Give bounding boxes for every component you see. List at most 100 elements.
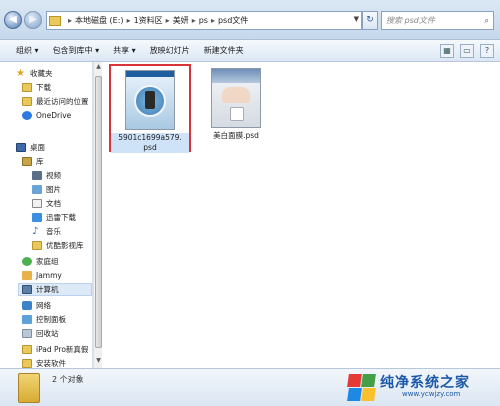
breadcrumb-separator: ▸ (165, 16, 170, 25)
preview-pane-icon[interactable]: ▭ (460, 44, 474, 58)
nav-item-onedrive[interactable]: OneDrive (22, 109, 71, 122)
psd-thumbnail (125, 70, 175, 130)
breadcrumb-drive[interactable]: 本地磁盘 (E:) (75, 15, 124, 26)
watermark-title: 纯净系统之家 (380, 375, 470, 391)
search-input[interactable]: 搜索 psd文件 ⌕ (381, 11, 494, 30)
title-bar: ◀ ▶ ▸ 本地磁盘 (E:) ▸ 1资料区 ▸ 美妍 ▸ ps ▸ psd文件… (0, 0, 500, 40)
breadcrumb-separator: ▸ (126, 16, 131, 25)
watermark: 纯净系统之家 www.ycwjzy.com (346, 370, 496, 404)
desktop-icon (16, 143, 26, 152)
picture-icon (32, 185, 42, 194)
nav-item-network[interactable]: 网络 (22, 299, 51, 312)
nav-item-favorites[interactable]: ★ 收藏夹 (16, 67, 53, 80)
refresh-icon: ↻ (366, 15, 374, 25)
new-folder-button[interactable]: 新建文件夹 (204, 45, 244, 56)
share-button[interactable]: 共享 ▾ (113, 45, 136, 56)
nav-item-control-panel[interactable]: 控制面板 (22, 313, 66, 326)
nav-item-desktop[interactable]: 桌面 (16, 141, 45, 154)
file-list-area[interactable]: 5901c1699a579. psd 美白面膜.psd (103, 62, 500, 368)
computer-icon (22, 285, 32, 294)
back-button[interactable]: ◀ (4, 11, 22, 29)
breadcrumb-separator: ▸ (210, 16, 215, 25)
breadcrumb-folder[interactable]: 1资料区 (134, 15, 163, 26)
control-panel-icon (22, 315, 32, 324)
nav-item-music[interactable]: ♪ 音乐 (32, 225, 61, 238)
nav-label: 图片 (46, 185, 61, 194)
include-in-library-button[interactable]: 包含到库中 ▾ (53, 45, 100, 56)
breadcrumb-separator: ▸ (191, 16, 196, 25)
nav-label: iPad Pro新真假 (36, 345, 89, 354)
document-icon (32, 199, 42, 208)
youku-library-icon (32, 241, 42, 250)
library-icon (22, 157, 32, 166)
windows-logo-icon (346, 372, 376, 402)
recycle-bin-icon (22, 329, 32, 338)
nav-label: 家庭组 (36, 257, 59, 266)
view-options-icon[interactable]: ▦ (440, 44, 454, 58)
video-icon (32, 171, 42, 180)
download-folder-icon (22, 83, 32, 92)
file-item[interactable]: 5901c1699a579. psd (109, 64, 191, 153)
nav-label: 计算机 (36, 285, 59, 294)
folder-icon (22, 359, 32, 368)
nav-item-installed[interactable]: 安装软件 (22, 357, 66, 368)
breadcrumb-separator: ▸ (68, 16, 73, 25)
breadcrumb-folder[interactable]: 美妍 (173, 15, 189, 26)
command-toolbar: 组织 ▾ 包含到库中 ▾ 共享 ▾ 放映幻灯片 新建文件夹 ▦ ▭ ? (0, 40, 500, 62)
nav-item-library[interactable]: 库 (22, 155, 44, 168)
nav-item-ipad[interactable]: iPad Pro新真假 (22, 343, 88, 356)
forward-button[interactable]: ▶ (24, 11, 42, 29)
homegroup-icon (22, 257, 32, 266)
nav-item-recent[interactable]: 最近访问的位置 (22, 95, 89, 108)
folder-icon (22, 345, 32, 354)
network-icon (22, 301, 32, 310)
refresh-button[interactable]: ↻ (362, 11, 378, 30)
nav-item-homegroup[interactable]: 家庭组 (22, 255, 59, 268)
nav-item-youku[interactable]: 优酷影视库 (32, 239, 84, 252)
thunder-download-icon (32, 213, 42, 222)
nav-label: 下载 (36, 83, 51, 92)
recent-places-icon (22, 97, 32, 106)
nav-item-computer[interactable]: 计算机 (18, 283, 92, 296)
nav-item-videos[interactable]: 视频 (32, 169, 61, 182)
search-icon[interactable]: ⌕ (485, 12, 489, 29)
nav-item-xunlei[interactable]: 迅雷下载 (32, 211, 76, 224)
file-name: 美白面膜.psd (213, 131, 259, 140)
nav-item-documents[interactable]: 文档 (32, 197, 61, 210)
forward-arrow-icon: ▶ (29, 14, 37, 25)
scroll-up-icon[interactable]: ▲ (94, 63, 103, 73)
navigation-pane: ★ 收藏夹 下载 最近访问的位置 OneDrive 桌面 库 视频 图片 文档 迅… (0, 62, 93, 368)
folder-icon (49, 15, 61, 26)
address-dropdown-icon[interactable]: ▼ (354, 15, 359, 23)
scroll-down-icon[interactable]: ▼ (94, 357, 103, 367)
search-placeholder: 搜索 psd文件 (386, 16, 435, 25)
psd-thumbnail (211, 68, 261, 128)
nav-label: Jammy (36, 271, 62, 280)
breadcrumb-folder[interactable]: ps (199, 16, 208, 25)
nav-label: 库 (36, 157, 44, 166)
nav-item-pictures[interactable]: 图片 (32, 183, 61, 196)
nav-label: 桌面 (30, 143, 45, 152)
breadcrumb-current[interactable]: psd文件 (218, 15, 248, 26)
folder-icon (18, 373, 40, 403)
nav-item-downloads[interactable]: 下载 (22, 81, 51, 94)
slideshow-button[interactable]: 放映幻灯片 (150, 45, 190, 56)
address-bar[interactable]: ▸ 本地磁盘 (E:) ▸ 1资料区 ▸ 美妍 ▸ ps ▸ psd文件 ▼ (46, 11, 362, 30)
file-item[interactable]: 美白面膜.psd (195, 64, 277, 152)
toolbar-right-icons: ▦ ▭ ? (440, 44, 494, 58)
watermark-url: www.ycwjzy.com (402, 390, 461, 398)
nav-item-user[interactable]: Jammy (22, 269, 62, 282)
organize-button[interactable]: 组织 ▾ (16, 45, 39, 56)
onedrive-cloud-icon (22, 111, 32, 120)
nav-scrollbar[interactable]: ▲ ▼ (93, 62, 102, 368)
music-note-icon: ♪ (32, 226, 39, 237)
nav-label: 控制面板 (36, 315, 66, 324)
scroll-thumb[interactable] (95, 76, 102, 348)
nav-label: 安装软件 (36, 359, 66, 368)
nav-label: 文档 (46, 199, 61, 208)
help-icon[interactable]: ? (480, 44, 494, 58)
nav-label: 视频 (46, 171, 61, 180)
nav-label: 收藏夹 (30, 69, 53, 78)
nav-item-recycle-bin[interactable]: 回收站 (22, 327, 59, 340)
item-count: 2 个对象 (52, 375, 84, 384)
